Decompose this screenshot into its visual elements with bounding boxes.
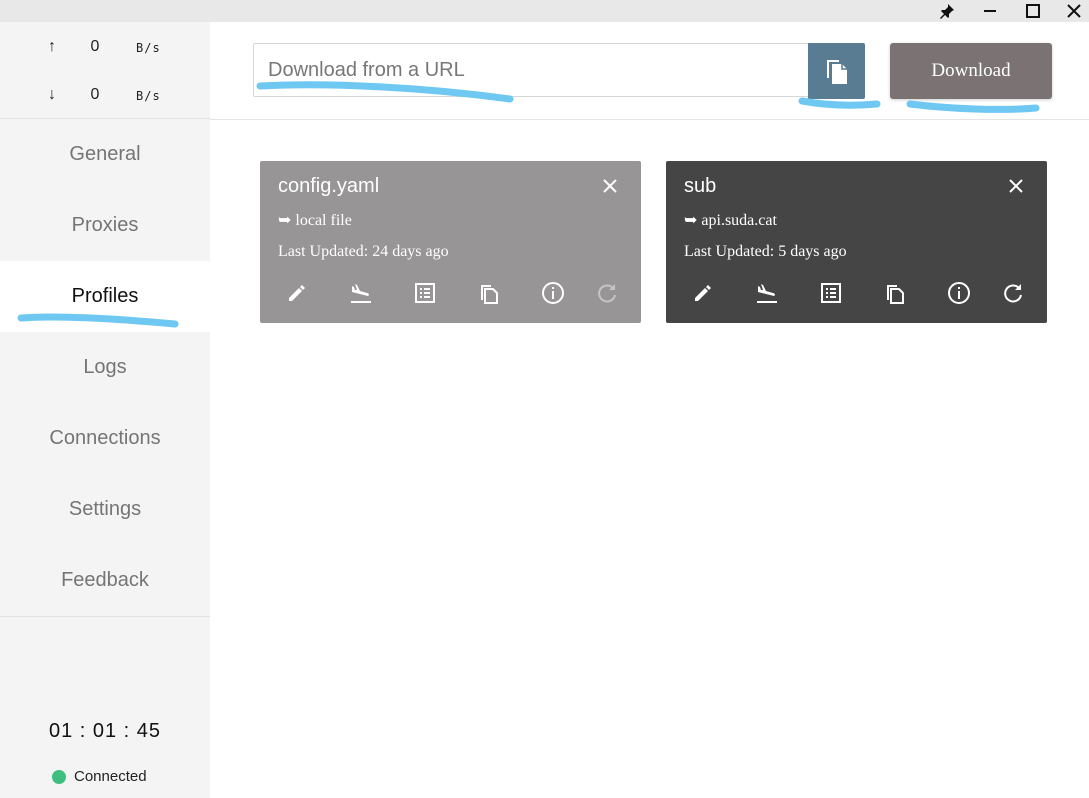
sidebar-item-general[interactable]: General	[0, 119, 210, 190]
sidebar-item-profiles[interactable]: Profiles	[0, 261, 210, 332]
download-arrow-icon: ↓	[48, 86, 56, 103]
refresh-icon	[593, 279, 621, 307]
info-icon[interactable]	[945, 279, 973, 307]
profile-actions	[666, 279, 1047, 309]
sidebar-item-logs[interactable]: Logs	[0, 332, 210, 403]
copy-icon[interactable]	[881, 279, 909, 307]
title-bar	[0, 0, 1089, 22]
upload-speed: ↑ 0 B/s	[0, 36, 210, 60]
profile-card[interactable]: config.yaml ➥ local file Last Updated: 2…	[260, 161, 641, 323]
connection-label: Connected	[74, 768, 147, 785]
edit-icon[interactable]	[689, 279, 717, 307]
copy-icon[interactable]	[475, 279, 503, 307]
download-speed: ↓ 0 B/s	[0, 84, 210, 108]
profile-updated: Last Updated: 5 days ago	[684, 243, 847, 260]
sidebar-item-connections[interactable]: Connections	[0, 403, 210, 474]
flight-land-icon[interactable]	[347, 279, 375, 307]
refresh-icon[interactable]	[999, 279, 1027, 307]
url-input[interactable]	[253, 43, 809, 97]
paste-icon	[826, 60, 847, 84]
delete-profile-icon[interactable]	[1005, 175, 1027, 197]
profile-updated: Last Updated: 24 days ago	[278, 243, 449, 260]
maximize-icon[interactable]	[1016, 0, 1050, 22]
sidebar: ↑ 0 B/s ↓ 0 B/s General Proxies Profiles…	[0, 22, 210, 798]
list-icon[interactable]	[817, 279, 845, 307]
upload-unit: B/s	[136, 41, 161, 55]
pin-icon[interactable]	[930, 0, 964, 22]
uptime-clock: 01 : 01 : 45	[48, 720, 162, 742]
minimize-icon[interactable]	[973, 0, 1007, 22]
list-icon[interactable]	[411, 279, 439, 307]
sidebar-item-settings[interactable]: Settings	[0, 474, 210, 545]
download-value: 0	[90, 86, 100, 103]
upload-value: 0	[90, 38, 100, 55]
profiles-header: Download	[210, 22, 1089, 120]
edit-icon[interactable]	[283, 279, 311, 307]
traffic-panel: ↑ 0 B/s ↓ 0 B/s	[0, 22, 210, 119]
flight-land-icon[interactable]	[753, 279, 781, 307]
close-icon[interactable]	[1057, 0, 1089, 22]
info-icon[interactable]	[539, 279, 567, 307]
status-dot-icon	[52, 769, 66, 784]
download-unit: B/s	[136, 89, 161, 103]
download-button[interactable]: Download	[890, 43, 1052, 99]
profile-source: ➥ local file	[278, 212, 352, 229]
sidebar-item-proxies[interactable]: Proxies	[0, 190, 210, 261]
profile-actions	[260, 279, 641, 309]
profile-name: sub	[684, 175, 717, 197]
sidebar-item-feedback[interactable]: Feedback	[0, 545, 210, 616]
profile-card-selected[interactable]: sub ➥ api.suda.cat Last Updated: 5 days …	[666, 161, 1047, 323]
delete-profile-icon[interactable]	[599, 175, 621, 197]
profile-name: config.yaml	[278, 175, 380, 197]
connection-status: Connected	[52, 768, 147, 785]
profile-source: ➥ api.suda.cat	[684, 212, 777, 229]
paste-button[interactable]	[808, 43, 865, 99]
upload-arrow-icon: ↑	[48, 38, 56, 55]
